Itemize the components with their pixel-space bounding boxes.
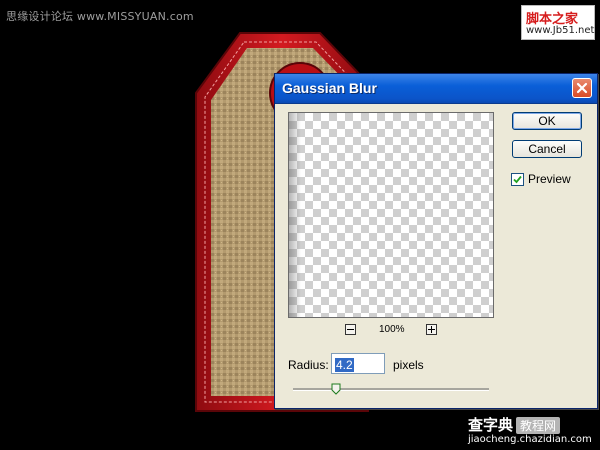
watermark-top-left-url: www.MISSYUAN.com [76, 10, 194, 23]
watermark-top-right: 脚本之家 www.Jb51.net [521, 5, 595, 40]
cancel-button[interactable]: Cancel [512, 140, 582, 158]
zoom-level: 100% [379, 324, 405, 335]
watermark-top-left: 思缘设计论坛 www.MISSYUAN.com [6, 8, 194, 24]
check-icon [513, 175, 522, 184]
radius-slider-track[interactable] [293, 388, 489, 391]
gaussian-blur-dialog: Gaussian Blur 100% OK Cancel Preview Rad… [274, 73, 598, 409]
ok-button[interactable]: OK [512, 112, 582, 130]
watermark-bottom-url: jiaocheng.chazidian.com [468, 434, 592, 445]
preview-checkbox[interactable] [511, 173, 524, 186]
watermark-bottom-brand: 查字典 [468, 416, 514, 434]
watermark-top-left-prefix: 思缘设计论坛 [6, 10, 74, 23]
plus-icon [428, 326, 435, 333]
minus-icon [347, 329, 354, 330]
preview-label: Preview [528, 172, 571, 186]
radius-value: 4.2 [335, 358, 354, 372]
zoom-in-button[interactable] [426, 324, 437, 335]
watermark-bottom: 查字典 教程网 jiaocheng.chazidian.com [468, 414, 592, 445]
close-button[interactable] [572, 78, 592, 98]
preview-shadow [289, 113, 301, 317]
radius-input[interactable]: 4.2 [331, 353, 385, 374]
zoom-out-button[interactable] [345, 324, 356, 335]
close-icon [576, 82, 588, 94]
radius-label: Radius: [288, 358, 329, 372]
dialog-titlebar[interactable]: Gaussian Blur [275, 74, 597, 104]
preview-window[interactable] [288, 112, 494, 318]
dialog-title: Gaussian Blur [282, 80, 377, 96]
slider-thumb-icon[interactable] [331, 383, 341, 395]
radius-unit-label: pixels [393, 358, 424, 372]
watermark-bottom-badge: 教程网 [516, 417, 561, 434]
watermark-top-right-line2: www.Jb51.net [526, 25, 595, 36]
